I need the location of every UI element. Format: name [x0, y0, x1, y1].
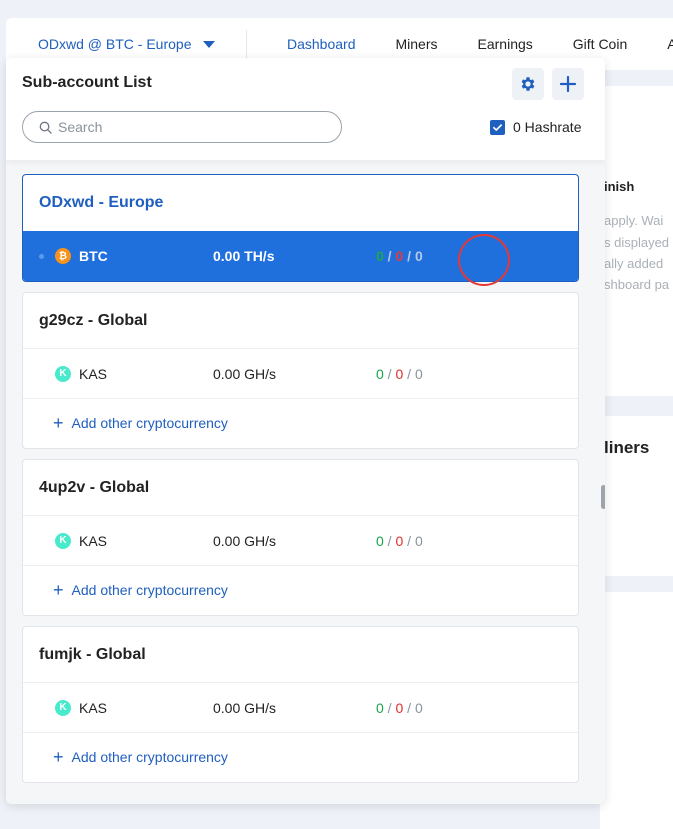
online-count: 0	[376, 532, 384, 549]
account-selector-label: ODxwd @ BTC - Europe	[38, 36, 192, 52]
online-count: 0	[376, 699, 384, 716]
search-input[interactable]	[58, 119, 318, 135]
search-box	[22, 111, 342, 143]
inactive-count: 0	[414, 248, 423, 264]
coin-hashrate: 0.00 GH/s	[213, 365, 277, 382]
plus-icon: +	[53, 580, 64, 600]
nav-more[interactable]: A	[667, 36, 673, 52]
worker-counts: 0 / 0 / 0	[376, 365, 423, 382]
nav-gift-coin[interactable]: Gift Coin	[573, 36, 627, 52]
coin-hashrate: 0.00 TH/s	[213, 248, 275, 264]
subaccount-name[interactable]: fumjk - Global	[23, 627, 578, 683]
kaspa-icon: K	[55, 532, 71, 549]
coin-row-kas[interactable]: K KAS 0.00 GH/s 0 / 0 / 0	[23, 683, 578, 733]
subaccount-card: g29cz - Global K KAS 0.00 GH/s 0 / 0 / 0…	[22, 292, 579, 449]
coin-name: KAS	[79, 365, 108, 382]
plus-icon: +	[53, 413, 64, 433]
inactive-count: 0	[414, 699, 423, 716]
background-line: ally added	[604, 256, 664, 271]
worker-counts: 0 / 0 / 0	[376, 699, 423, 716]
coin-name: BTC	[79, 248, 108, 264]
kaspa-icon: K	[55, 699, 71, 716]
add-cryptocurrency-link[interactable]: + Add other cryptocurrency	[23, 399, 578, 447]
online-count: 0	[376, 365, 384, 382]
background-line: shboard pa	[604, 277, 670, 292]
settings-button[interactable]	[512, 68, 544, 100]
subaccount-panel: Sub-account List 0 Hashrate	[6, 58, 605, 804]
add-cryptocurrency-link[interactable]: + Add other cryptocurrency	[23, 733, 578, 781]
nav-miners[interactable]: Miners	[396, 36, 438, 52]
coin-name: KAS	[79, 532, 108, 549]
nav-dashboard[interactable]: Dashboard	[287, 36, 356, 52]
add-cryptocurrency-link[interactable]: + Add other cryptocurrency	[23, 566, 578, 614]
coin-row-kas[interactable]: K KAS 0.00 GH/s 0 / 0 / 0	[23, 516, 578, 566]
subaccount-list[interactable]: ODxwd - Europe ₿ BTC 0.00 TH/s 0 / 0 / 0…	[6, 160, 605, 804]
caret-down-icon	[203, 40, 216, 48]
add-cryptocurrency-label: Add other cryptocurrency	[71, 749, 228, 765]
subaccount-name[interactable]: g29cz - Global	[23, 293, 578, 349]
panel-header: Sub-account List 0 Hashrate	[6, 58, 605, 160]
background-card	[600, 592, 673, 829]
background-miners-title: liners	[604, 438, 650, 457]
worker-counts: 0 / 0 / 0	[376, 248, 423, 264]
kaspa-icon: K	[55, 365, 71, 382]
inactive-count: 0	[414, 532, 423, 549]
panel-title: Sub-account List	[22, 74, 152, 91]
active-dot	[39, 253, 44, 259]
subaccount-card: fumjk - Global K KAS 0.00 GH/s 0 / 0 / 0…	[22, 626, 579, 783]
inactive-count: 0	[414, 365, 423, 382]
coin-row-kas[interactable]: K KAS 0.00 GH/s 0 / 0 / 0	[23, 349, 578, 399]
background-line: apply. Wai	[604, 213, 664, 228]
hashrate-checkbox[interactable]	[490, 119, 505, 135]
add-cryptocurrency-label: Add other cryptocurrency	[71, 582, 228, 598]
bitcoin-icon: ₿	[55, 248, 71, 264]
worker-counts: 0 / 0 / 0	[376, 532, 423, 549]
hashrate-filter[interactable]: 0 Hashrate	[490, 119, 581, 135]
coin-hashrate: 0.00 GH/s	[213, 532, 277, 549]
hashrate-label: 0 Hashrate	[513, 119, 582, 135]
add-cryptocurrency-label: Add other cryptocurrency	[71, 415, 228, 431]
search-icon	[39, 121, 52, 134]
background-line: s displayed	[604, 235, 670, 250]
click-indicator	[458, 234, 510, 286]
plus-icon: +	[53, 747, 64, 767]
nav-earnings[interactable]: Earnings	[478, 36, 533, 52]
subaccount-name[interactable]: 4up2v - Global	[23, 460, 578, 516]
online-count: 0	[376, 248, 384, 264]
subaccount-name[interactable]: ODxwd - Europe	[23, 175, 578, 231]
subaccount-card: 4up2v - Global K KAS 0.00 GH/s 0 / 0 / 0…	[22, 459, 579, 616]
check-icon	[493, 123, 502, 131]
gear-icon	[521, 77, 535, 91]
add-subaccount-button[interactable]	[552, 68, 584, 100]
coin-name: KAS	[79, 699, 108, 716]
plus-icon	[559, 75, 577, 93]
coin-hashrate: 0.00 GH/s	[213, 699, 277, 716]
background-finish-text: inish	[604, 179, 635, 194]
scrollbar-thumb[interactable]	[601, 485, 605, 509]
